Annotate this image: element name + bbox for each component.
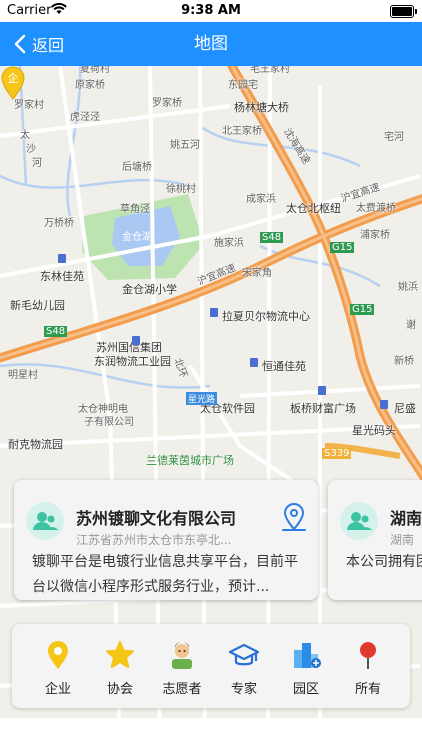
company-name: 湖南 <box>390 509 422 528</box>
poi-icon <box>210 308 218 317</box>
star-icon <box>106 641 134 668</box>
company-card[interactable]: 湖南 湖南 本公司拥有团队与中i <box>328 480 422 600</box>
map-label: 徐桃村 <box>166 184 196 195</box>
map-label: 北王家桥 <box>222 126 262 137</box>
road-badge: G15 <box>350 304 375 315</box>
map-label: 万桥桥 <box>44 218 74 229</box>
category-label: 协会 <box>106 682 133 697</box>
page-title: 地图 <box>194 34 228 54</box>
company-avatar <box>26 502 64 540</box>
category-label: 志愿者 <box>162 682 202 697</box>
map-label: 太仓北枢纽 <box>286 202 341 215</box>
map-label: 草角泾 <box>120 204 150 215</box>
map-label: 姚五河 <box>170 140 200 151</box>
poi-icon <box>132 336 140 345</box>
map-label: 姚浜 <box>398 282 418 293</box>
company-description: 本公司拥有团队与中i <box>346 554 422 570</box>
map-label: 虎泾泾 <box>70 112 100 123</box>
company-address: 江苏省苏州市太仓市东亭北... <box>76 533 232 547</box>
map-label: 沙 <box>26 144 36 155</box>
map-label: 明星村 <box>8 370 38 381</box>
road-badge: S48 <box>260 232 284 243</box>
poi-icon <box>318 386 326 395</box>
map-label: 东园宅 <box>228 80 258 91</box>
map-label: 子有限公司 <box>84 417 134 428</box>
status-bar: Carrier 9:38 AM <box>0 0 422 22</box>
map-label: 尼盛 <box>394 402 416 415</box>
map-label: 谢 <box>406 320 416 331</box>
map-label: 星光路 <box>186 392 218 405</box>
map-label: 金仓湖小学 <box>122 283 177 296</box>
company-address: 湖南 <box>390 533 415 547</box>
map-label: 板桥财富广场 <box>290 402 356 415</box>
home-indicator-area <box>0 718 422 750</box>
company-marker-icon[interactable]: 企 <box>0 66 26 100</box>
map-label: 原家桥 <box>75 80 105 91</box>
map-label: 耐克物流园 <box>8 438 63 451</box>
location-icon[interactable] <box>280 503 308 533</box>
map-label: 拉夏贝尔物流中心 <box>222 310 310 323</box>
map-label: 太费渡桥 <box>356 203 396 214</box>
company-card[interactable]: 苏州镀聊文化有限公司 江苏省苏州市太仓市东亭北... 镀聊平台是电镀行业信息共享… <box>14 480 318 600</box>
category-label: 专家 <box>230 682 257 697</box>
category-label: 企业 <box>44 682 71 697</box>
map-label: 杨林塘大桥 <box>234 101 289 114</box>
category-expert[interactable]: 专家 <box>214 640 274 697</box>
category-bar: 企业 协会 志愿者 专家 园区 所有 <box>12 624 410 708</box>
battery-icon <box>390 5 417 18</box>
company-card-carousel[interactable]: 苏州镀聊文化有限公司 江苏省苏州市太仓市东亭北... 镀聊平台是电镀行业信息共享… <box>10 474 422 606</box>
svg-text:企: 企 <box>8 71 19 85</box>
category-label: 园区 <box>292 682 319 697</box>
category-park[interactable]: 园区 <box>276 640 336 697</box>
map-label: 浦家桥 <box>360 230 390 241</box>
map-label: 兰德莱茵城市广场 <box>146 454 234 467</box>
map-label: 星光码头 <box>352 424 396 437</box>
map-label: 施家浜 <box>214 238 244 249</box>
map-label: 罗家桥 <box>152 98 182 109</box>
map-label: 东林佳苑 <box>40 270 84 283</box>
map-label: 宋家角 <box>242 268 272 279</box>
volunteer-icon <box>172 642 192 669</box>
road-badge: G15 <box>330 242 355 253</box>
company-description: 镀聊平台是电镀行业信息共享平台，目前平台以微信小程序形式服务行业，预计... <box>32 554 298 595</box>
map-label: 夏荷村 <box>80 66 110 75</box>
navigation-bar: 返回 地图 <box>0 22 422 66</box>
poi-icon <box>58 254 66 263</box>
company-avatar <box>340 502 378 540</box>
map-label: 太 <box>20 130 30 141</box>
map-label: 恒通佳苑 <box>262 360 306 373</box>
buildings-icon <box>294 643 321 668</box>
status-time: 9:38 AM <box>181 3 241 18</box>
poi-icon <box>250 358 258 367</box>
category-volunteer[interactable]: 志愿者 <box>152 640 212 697</box>
map-label: 成家浜 <box>246 194 276 205</box>
category-all[interactable]: 所有 <box>338 640 398 697</box>
company-name: 苏州镀聊文化有限公司 <box>76 509 237 528</box>
category-enterprise[interactable]: 企业 <box>28 640 88 697</box>
graduation-cap-icon <box>228 643 260 666</box>
location-pin-icon <box>48 641 68 669</box>
road-badge: S339 <box>322 448 352 459</box>
map-label: 新毛幼儿园 <box>10 299 65 312</box>
map-label: 后塘桥 <box>122 162 152 173</box>
map-pin-icon <box>360 642 376 669</box>
user-group-icon <box>347 512 372 530</box>
map-label: 宅河 <box>384 132 404 143</box>
road-badge: S48 <box>44 326 68 337</box>
map-label: 河 <box>32 158 42 169</box>
map-label: 东润物流工业园 <box>94 355 171 368</box>
category-label: 所有 <box>354 682 381 697</box>
user-group-icon <box>33 512 58 530</box>
map-label: 毛王家村 <box>250 66 290 75</box>
category-association[interactable]: 协会 <box>90 640 150 697</box>
poi-icon <box>380 400 388 409</box>
map-label: 新桥 <box>394 356 414 367</box>
map-label: 金仓湖 <box>122 232 152 243</box>
